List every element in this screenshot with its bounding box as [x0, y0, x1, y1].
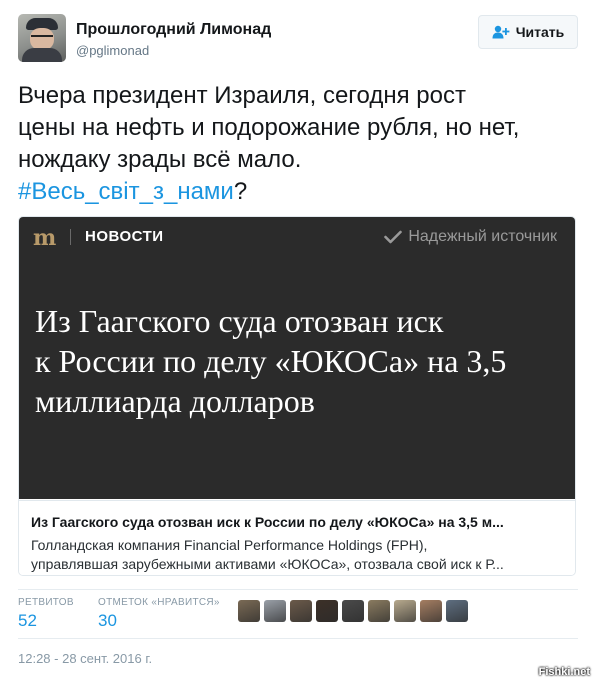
publisher-logo: m [33, 225, 57, 251]
liker-avatar[interactable] [238, 600, 260, 622]
like-stat[interactable]: ОТМЕТОК «НРАВИТСЯ» 30 [98, 597, 220, 631]
tweet-stats: РЕТВИТОВ 52 ОТМЕТОК «НРАВИТСЯ» 30 [18, 597, 578, 637]
tweet-line: Вчера президент Израиля, сегодня рост [18, 82, 466, 109]
author-handle[interactable]: @pglimonad [76, 43, 149, 58]
follow-button-label: Читать [515, 24, 565, 40]
card-section: НОВОСТИ [85, 228, 164, 245]
tweet-header: Прошлогодний Лимонад @pglimonad Читать [18, 14, 578, 64]
avatar[interactable] [18, 14, 66, 62]
timestamp[interactable]: 12:28 - 28 сент. 2016 г. [18, 651, 152, 666]
liker-avatar[interactable] [290, 600, 312, 622]
tweet-text: Вчера президент Израиля, сегодня рост це… [18, 80, 578, 208]
card-image[interactable]: m НОВОСТИ Надежный источник Из Гаагского… [19, 217, 575, 499]
follow-button[interactable]: Читать [478, 15, 578, 49]
liker-avatar[interactable] [394, 600, 416, 622]
link-card[interactable]: m НОВОСТИ Надежный источник Из Гаагского… [18, 216, 576, 576]
liker-avatars [238, 600, 468, 622]
checkmark-icon [384, 230, 403, 244]
liker-avatar[interactable] [264, 600, 286, 622]
card-description: Голландская компания Financial Performan… [31, 536, 563, 574]
trusted-source: Надежный источник [384, 228, 557, 246]
card-footer[interactable]: Из Гаагского суда отозван иск к России п… [19, 500, 575, 575]
divider [18, 638, 578, 639]
hashtag-link[interactable]: #Весь_світ_з_нами [18, 178, 234, 205]
card-divider [70, 229, 71, 245]
headline-line: Из Гаагского суда отозван иск [35, 303, 444, 339]
tweet-line: цены на нефть и подорожание рубля, но не… [18, 114, 520, 141]
headline-line: к России по делу «ЮКОСа» на 3,5 [35, 343, 507, 379]
liker-avatar[interactable] [420, 600, 442, 622]
tweet-trailing: ? [233, 178, 248, 205]
trusted-source-label: Надежный источник [408, 228, 557, 245]
author-name[interactable]: Прошлогодний Лимонад [76, 21, 271, 39]
retweet-count[interactable]: 52 [18, 611, 74, 631]
headline-line: миллиарда долларов [35, 383, 315, 419]
divider [18, 589, 578, 590]
liker-avatar[interactable] [368, 600, 390, 622]
liker-avatar[interactable] [316, 600, 338, 622]
person-add-icon [492, 25, 510, 39]
like-count[interactable]: 30 [98, 611, 220, 631]
tweet-line: нождаку зрады всё мало. [18, 146, 302, 173]
card-description-line: Голландская компания Financial Performan… [31, 537, 428, 553]
card-headline: Из Гаагского суда отозван иск к России п… [35, 301, 555, 421]
retweet-stat[interactable]: РЕТВИТОВ 52 [18, 597, 74, 631]
liker-avatar[interactable] [446, 600, 468, 622]
card-title[interactable]: Из Гаагского суда отозван иск к России п… [31, 514, 563, 530]
liker-avatar[interactable] [342, 600, 364, 622]
like-label: ОТМЕТОК «НРАВИТСЯ» [98, 597, 220, 608]
card-description-line: управлявшая зарубежными активами «ЮКОСа»… [31, 556, 504, 572]
retweet-label: РЕТВИТОВ [18, 597, 74, 608]
watermark: Fishki.net [538, 666, 590, 678]
